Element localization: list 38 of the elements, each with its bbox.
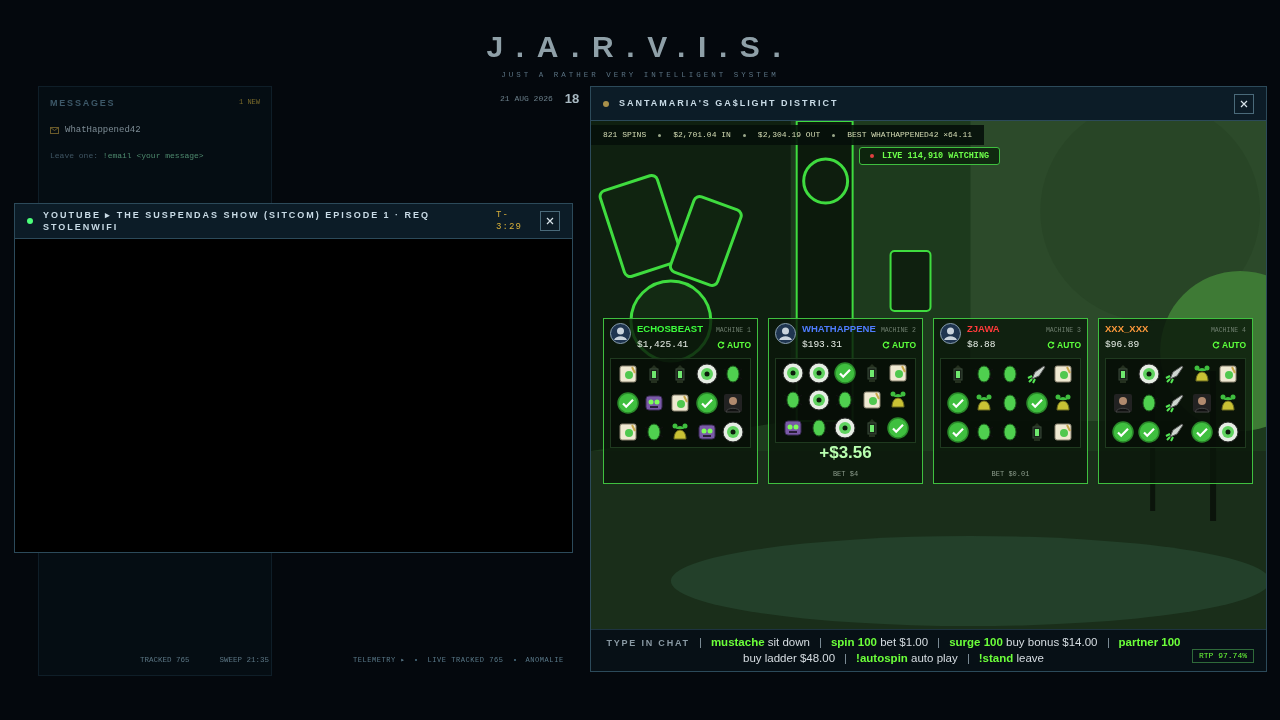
refresh-icon <box>882 340 891 349</box>
refresh-icon <box>1047 340 1056 349</box>
win-amount: +$3.56 <box>819 442 872 463</box>
player-name: ZJAWA <box>967 323 1000 335</box>
close-icon <box>546 217 554 225</box>
player-balance: $8.88 <box>967 337 996 352</box>
auto-toggle[interactable]: AUTO <box>717 338 751 352</box>
close-button[interactable] <box>540 211 560 231</box>
hud-clock: 18 <box>564 90 580 108</box>
auto-toggle[interactable]: AUTO <box>882 338 916 352</box>
window-title: SANTAMARIA'S GA$LIGHT DISTRICT <box>619 96 840 110</box>
chat-commands-text: TYPE IN CHAT mustache sit down spin 100 bet $1.00 surge 100 buy bonus $14.00 partner 100 buy ladder $48.00 !autospin auto play !stand leave <box>605 635 1182 666</box>
player-name: XXX_XXX <box>1105 323 1149 335</box>
player-balance: $96.89 <box>1105 337 1140 352</box>
refresh-icon <box>717 340 726 349</box>
panel-title: MESSAGES <box>50 97 116 110</box>
stats-text: 821 SPINS <box>603 129 647 141</box>
stats-text: $2,701.04 IN <box>673 129 731 141</box>
countdown-timer: T-3:29 <box>496 209 523 233</box>
player-name: WHATHAPPENE <box>802 323 876 335</box>
window-title: YOUTUBE ▸ THE SUSPENDAS SHOW (SITCOM) EPISODE 1 · REQ STOLENWIFI <box>43 209 431 233</box>
close-button[interactable] <box>1234 93 1254 114</box>
player-balance: $193.31 <box>802 337 842 352</box>
auto-toggle[interactable]: AUTO <box>1212 338 1246 352</box>
player-balance: $1,425.41 <box>637 337 689 352</box>
message-sender: WhatHappened42 <box>65 124 141 137</box>
close-icon <box>1240 99 1248 108</box>
hud-date: 21 AUG 2026 <box>500 92 553 105</box>
stats-text: BEST WHATHAPPENED42 ×64.11 <box>847 129 973 141</box>
mail-icon <box>50 127 59 135</box>
stats-text: $2,304.19 OUT <box>757 129 821 141</box>
player-name: ECHOSBEAST <box>637 323 703 335</box>
message-hint: Leave one: !email <your message> <box>50 150 204 162</box>
refresh-icon <box>1212 340 1221 349</box>
rtp-badge: RTP 97.74% <box>1192 649 1254 663</box>
auto-toggle[interactable]: AUTO <box>1047 338 1081 352</box>
live-text: LIVE 114,910 WATCHING <box>882 149 990 163</box>
hud-title: J.A.R.V.I.S. <box>486 30 794 64</box>
